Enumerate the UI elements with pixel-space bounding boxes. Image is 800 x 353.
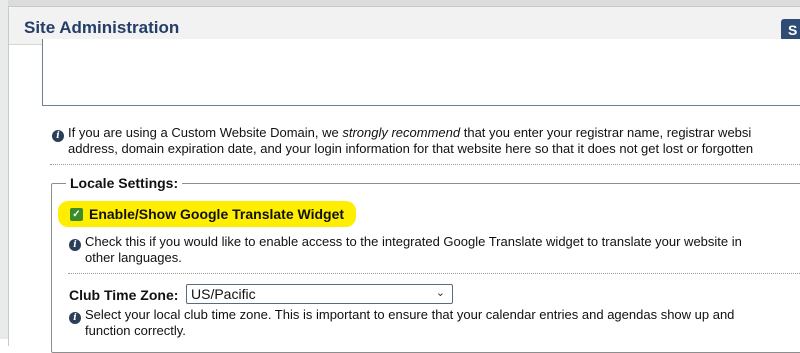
- info-icon: i: [52, 130, 64, 142]
- emphasis-text: strongly recommend: [342, 125, 461, 140]
- timezone-help-line-1: i Select your local club time zone. This …: [69, 307, 734, 324]
- header-button[interactable]: S: [781, 19, 800, 41]
- club-time-zone-label: Club Time Zone:: [69, 287, 179, 303]
- domain-notes-textarea[interactable]: [42, 39, 800, 106]
- chevron-down-icon: ⌄: [435, 287, 445, 299]
- checkmark-icon: ✓: [72, 209, 81, 220]
- timezone-help-line-2: function correctly.: [85, 323, 186, 338]
- info-icon: i: [69, 312, 81, 324]
- translate-widget-checkbox[interactable]: ✓: [70, 208, 83, 221]
- domain-info-line-1: i If you are using a Custom Website Domai…: [52, 125, 800, 142]
- background-page-left: [0, 0, 8, 339]
- translate-help-line-2: other languages.: [85, 250, 182, 265]
- translate-help-line-1: i Check this if you would like to enable …: [69, 234, 742, 251]
- dialog-title: Site Administration: [24, 18, 180, 37]
- info-icon: i: [69, 239, 81, 251]
- locale-settings-legend: Locale Settings:: [66, 175, 183, 191]
- translate-widget-label[interactable]: Enable/Show Google Translate Widget: [89, 206, 344, 222]
- club-time-zone-value: US/Pacific: [191, 286, 256, 302]
- domain-info-line-2: address, domain expiration date, and you…: [68, 141, 754, 156]
- divider: [68, 273, 800, 274]
- divider: [50, 164, 800, 165]
- club-time-zone-select[interactable]: US/Pacific ⌄: [186, 284, 453, 304]
